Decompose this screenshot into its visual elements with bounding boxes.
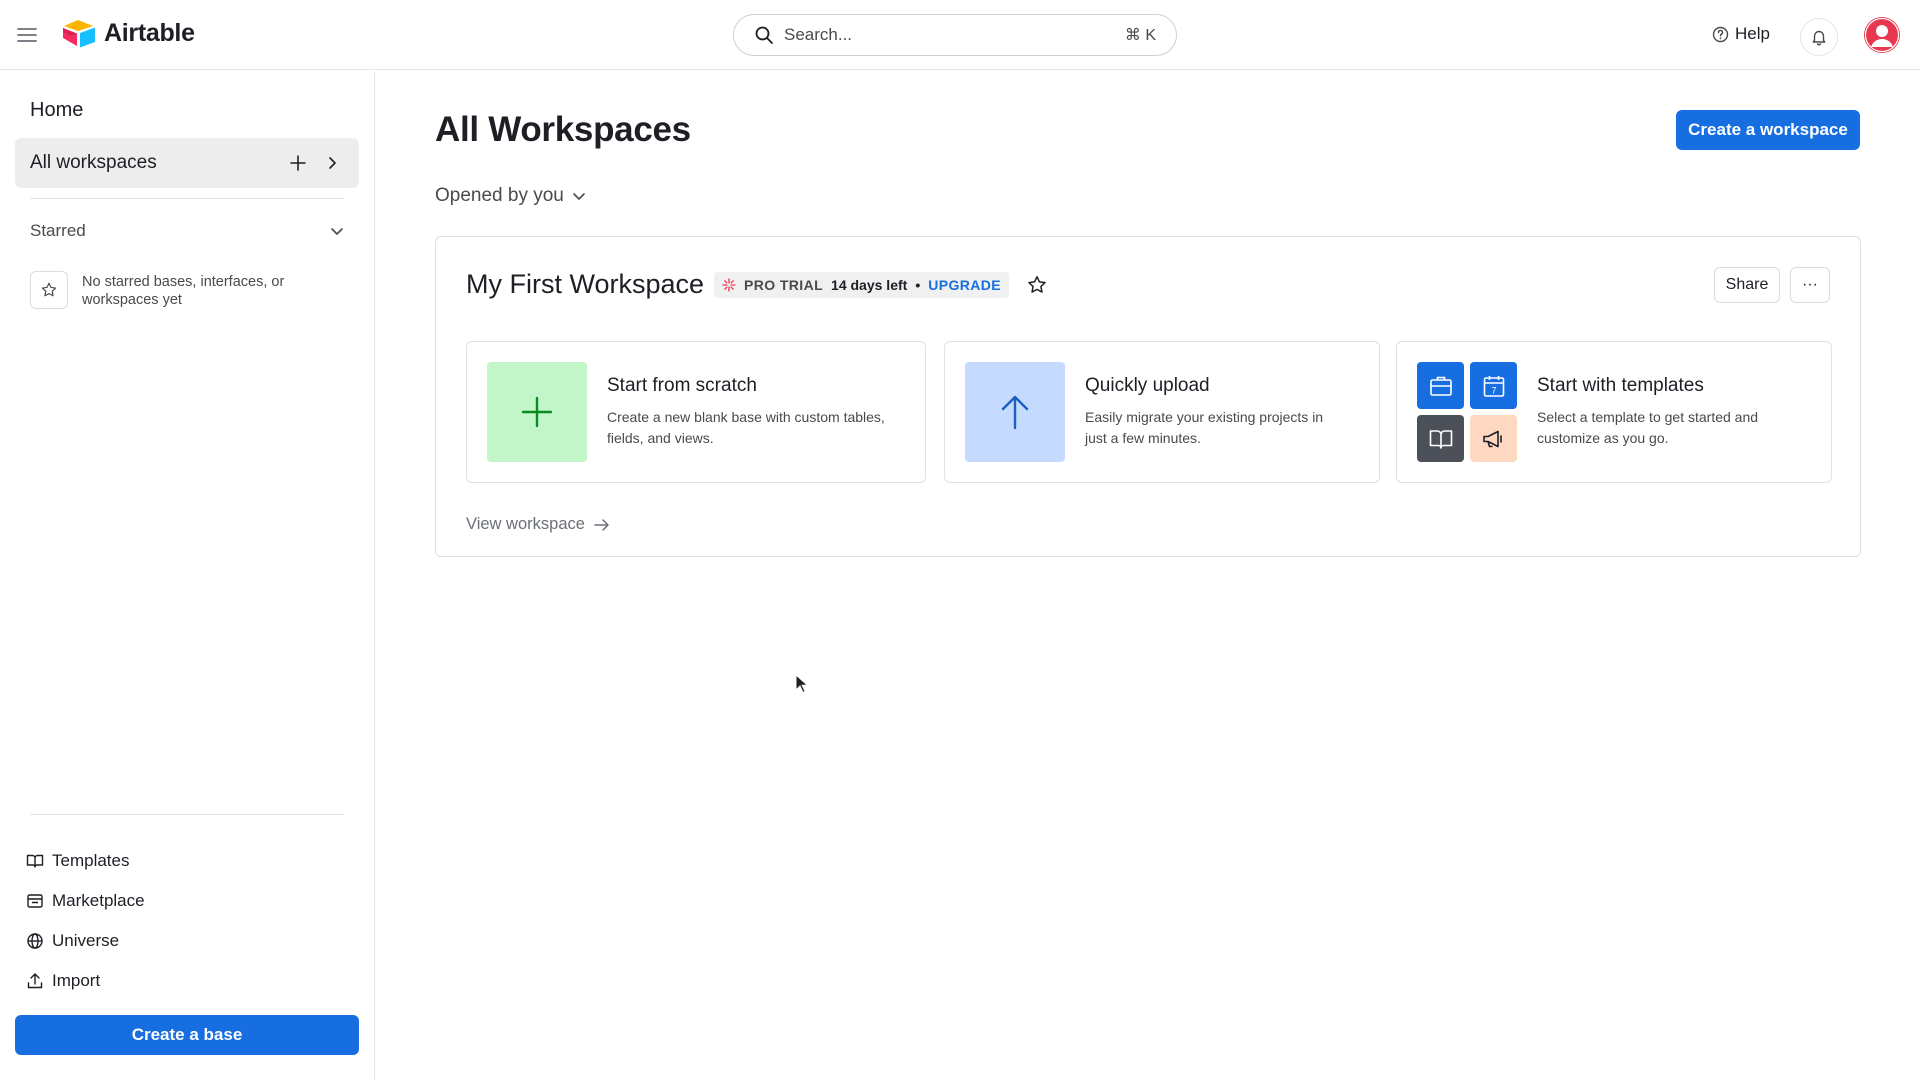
action-description-line: Easily migrate your existing projects in — [1085, 409, 1324, 425]
search-shortcut: ⌘ K — [1124, 27, 1156, 44]
help-button[interactable]: Help — [1712, 24, 1770, 44]
top-bar: Airtable Search... ⌘ K Help — [0, 0, 1920, 70]
share-button[interactable]: Share — [1714, 267, 1780, 303]
action-description-line: Create a new blank base with custom tabl… — [607, 409, 885, 425]
sidebar-item-label: Templates — [52, 851, 130, 870]
airtable-logo-text: Airtable — [104, 18, 195, 47]
sidebar-links: Templates Marketplace Universe Import — [26, 841, 145, 1001]
book-icon — [26, 852, 44, 870]
view-workspace-link[interactable]: View workspace — [466, 515, 611, 534]
sort-filter-dropdown[interactable]: Opened by you — [435, 185, 586, 207]
question-circle-icon — [1712, 26, 1729, 43]
search-placeholder: Search... — [784, 25, 853, 44]
open-book-icon — [1417, 415, 1464, 462]
sidebar-item-label: Import — [52, 971, 101, 990]
start-from-scratch-card[interactable]: Start from scratch Create a new blank ba… — [466, 341, 926, 483]
globe-icon — [26, 932, 44, 950]
starred-empty-text: No starred bases, interfaces, or workspa… — [82, 274, 285, 308]
arrow-up-icon — [965, 362, 1065, 462]
trial-separator: • — [915, 277, 921, 293]
plus-icon — [487, 362, 587, 462]
sparkle-icon — [722, 278, 736, 292]
sidebar-item-templates[interactable]: Templates — [26, 841, 145, 881]
action-description: Easily migrate your existing projects in… — [1085, 407, 1323, 449]
more-options-button[interactable]: ··· — [1790, 267, 1830, 303]
action-description: Create a new blank base with custom tabl… — [607, 407, 885, 449]
menu-icon[interactable] — [16, 24, 38, 46]
notifications-button[interactable] — [1800, 18, 1838, 56]
search-icon — [754, 25, 774, 45]
view-workspace-label: View workspace — [466, 515, 585, 533]
sidebar-divider — [30, 814, 344, 815]
quickly-upload-card[interactable]: Quickly upload Easily migrate your exist… — [944, 341, 1380, 483]
star-icon[interactable] — [1026, 274, 1048, 296]
trial-days-left: 14 days left — [831, 277, 908, 293]
action-description-line: customize as you go. — [1537, 430, 1669, 446]
action-description: Select a template to get started and cus… — [1537, 407, 1758, 449]
action-description-line: Select a template to get started and — [1537, 409, 1759, 425]
action-description-line: fields, and views. — [607, 430, 714, 446]
airtable-logo-icon — [62, 18, 98, 48]
bell-icon — [1810, 28, 1828, 46]
search-bar[interactable]: Search... ⌘ K — [733, 14, 1177, 56]
action-title: Start from scratch — [607, 375, 757, 396]
chevron-down-icon[interactable] — [330, 224, 344, 238]
calendar-icon: 7 — [1470, 362, 1517, 409]
sidebar-item-label: Marketplace — [52, 891, 145, 910]
start-with-templates-card[interactable]: 7 Start with templates Select a template… — [1396, 341, 1832, 483]
action-description-line: just a few minutes. — [1085, 430, 1201, 446]
sidebar-divider — [30, 198, 344, 199]
sidebar-item-label: Universe — [52, 931, 120, 950]
starred-empty-state: No starred bases, interfaces, or workspa… — [30, 271, 312, 309]
chevron-right-icon[interactable] — [320, 151, 344, 175]
mouse-cursor-icon — [795, 674, 809, 694]
calendar-day-text: 7 — [1491, 385, 1496, 395]
starred-label: Starred — [30, 221, 86, 240]
starred-section-header[interactable]: Starred — [30, 221, 344, 241]
trial-label: PRO TRIAL — [744, 277, 824, 293]
briefcase-icon — [1417, 362, 1464, 409]
action-title: Quickly upload — [1085, 375, 1210, 396]
sidebar: Home All workspaces Starred No starred b… — [0, 71, 375, 1080]
action-title: Start with templates — [1537, 375, 1704, 396]
sort-filter-label: Opened by you — [435, 185, 564, 206]
create-base-button[interactable]: Create a base — [15, 1015, 359, 1055]
star-icon — [30, 271, 68, 309]
workspace-name[interactable]: My First Workspace — [466, 269, 704, 300]
workspace-card: My First Workspace PRO TRIAL 14 days lef… — [435, 236, 1861, 557]
storefront-icon — [26, 892, 44, 910]
chevron-down-icon — [572, 189, 586, 203]
avatar[interactable] — [1864, 17, 1900, 53]
add-workspace-icon[interactable] — [286, 151, 310, 175]
sidebar-item-all-workspaces[interactable]: All workspaces — [15, 138, 359, 188]
upload-icon — [26, 972, 44, 990]
help-label: Help — [1735, 24, 1770, 43]
create-workspace-button[interactable]: Create a workspace — [1676, 110, 1860, 150]
page-title: All Workspaces — [435, 110, 691, 149]
airtable-logo[interactable]: Airtable — [62, 18, 195, 48]
sidebar-item-label: All workspaces — [30, 152, 157, 173]
megaphone-icon — [1470, 415, 1517, 462]
sidebar-item-import[interactable]: Import — [26, 961, 145, 1001]
sidebar-item-universe[interactable]: Universe — [26, 921, 145, 961]
upgrade-link[interactable]: UPGRADE — [928, 277, 1001, 293]
arrow-right-icon — [593, 516, 611, 534]
templates-tile-grid: 7 — [1417, 362, 1517, 462]
sidebar-item-marketplace[interactable]: Marketplace — [26, 881, 145, 921]
sidebar-item-home[interactable]: Home — [30, 99, 83, 122]
pro-trial-badge: PRO TRIAL 14 days left • UPGRADE — [714, 272, 1010, 298]
